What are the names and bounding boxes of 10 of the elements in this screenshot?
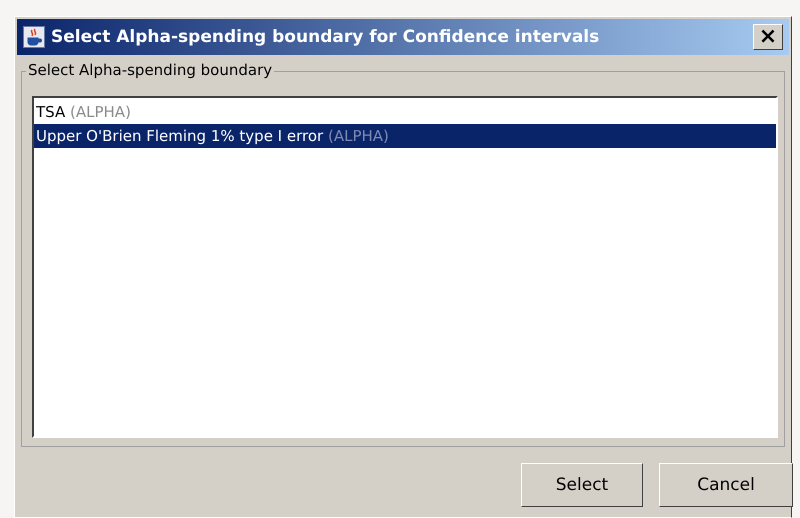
- group-title: Select Alpha-spending boundary: [26, 61, 274, 79]
- close-button[interactable]: ×: [753, 24, 783, 50]
- item-tag: (ALPHA): [328, 127, 389, 145]
- list-item[interactable]: TSA (ALPHA): [34, 100, 776, 124]
- window-title: Select Alpha-spending boundary for Confidence intervals: [51, 27, 600, 47]
- list-item[interactable]: Upper O'Brien Fleming 1% type I error (ALPHA): [34, 124, 776, 148]
- dialog-button[interactable]: Cancel: [659, 463, 793, 507]
- item-tag: (ALPHA): [70, 103, 131, 121]
- dialog-button[interactable]: Select: [521, 463, 643, 507]
- cup-icon: [23, 26, 45, 48]
